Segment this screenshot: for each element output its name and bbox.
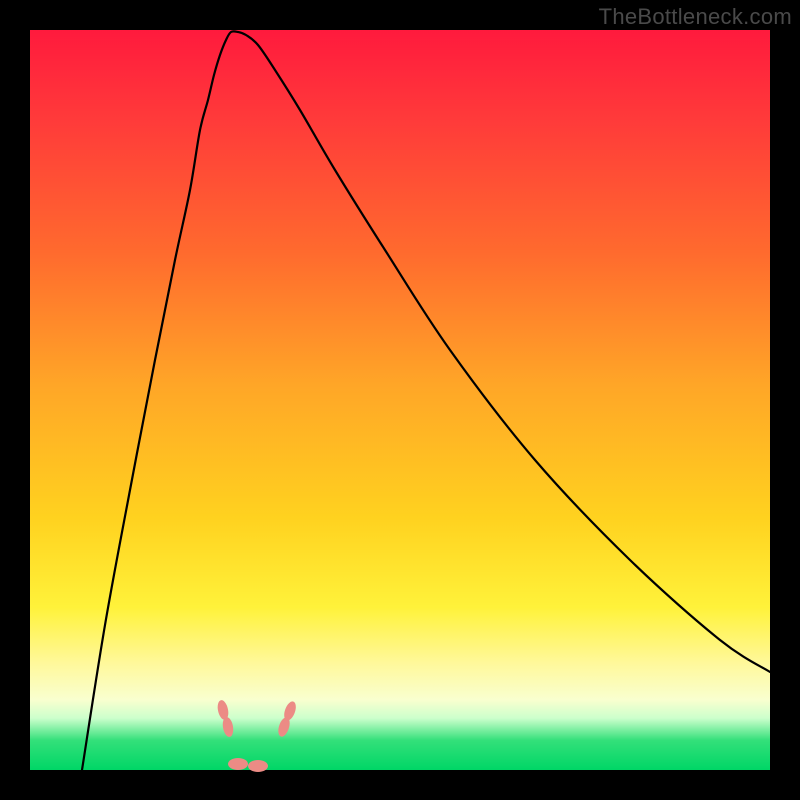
cluster-bottom-2 (248, 760, 268, 772)
bottleneck-curve-svg (30, 30, 770, 770)
bottleneck-curve (82, 31, 770, 770)
outer-frame: TheBottleneck.com (0, 0, 800, 800)
watermark-text: TheBottleneck.com (599, 4, 792, 30)
chart-area (30, 30, 770, 770)
cluster-bottom-1 (228, 758, 248, 770)
marker-group (216, 699, 298, 772)
